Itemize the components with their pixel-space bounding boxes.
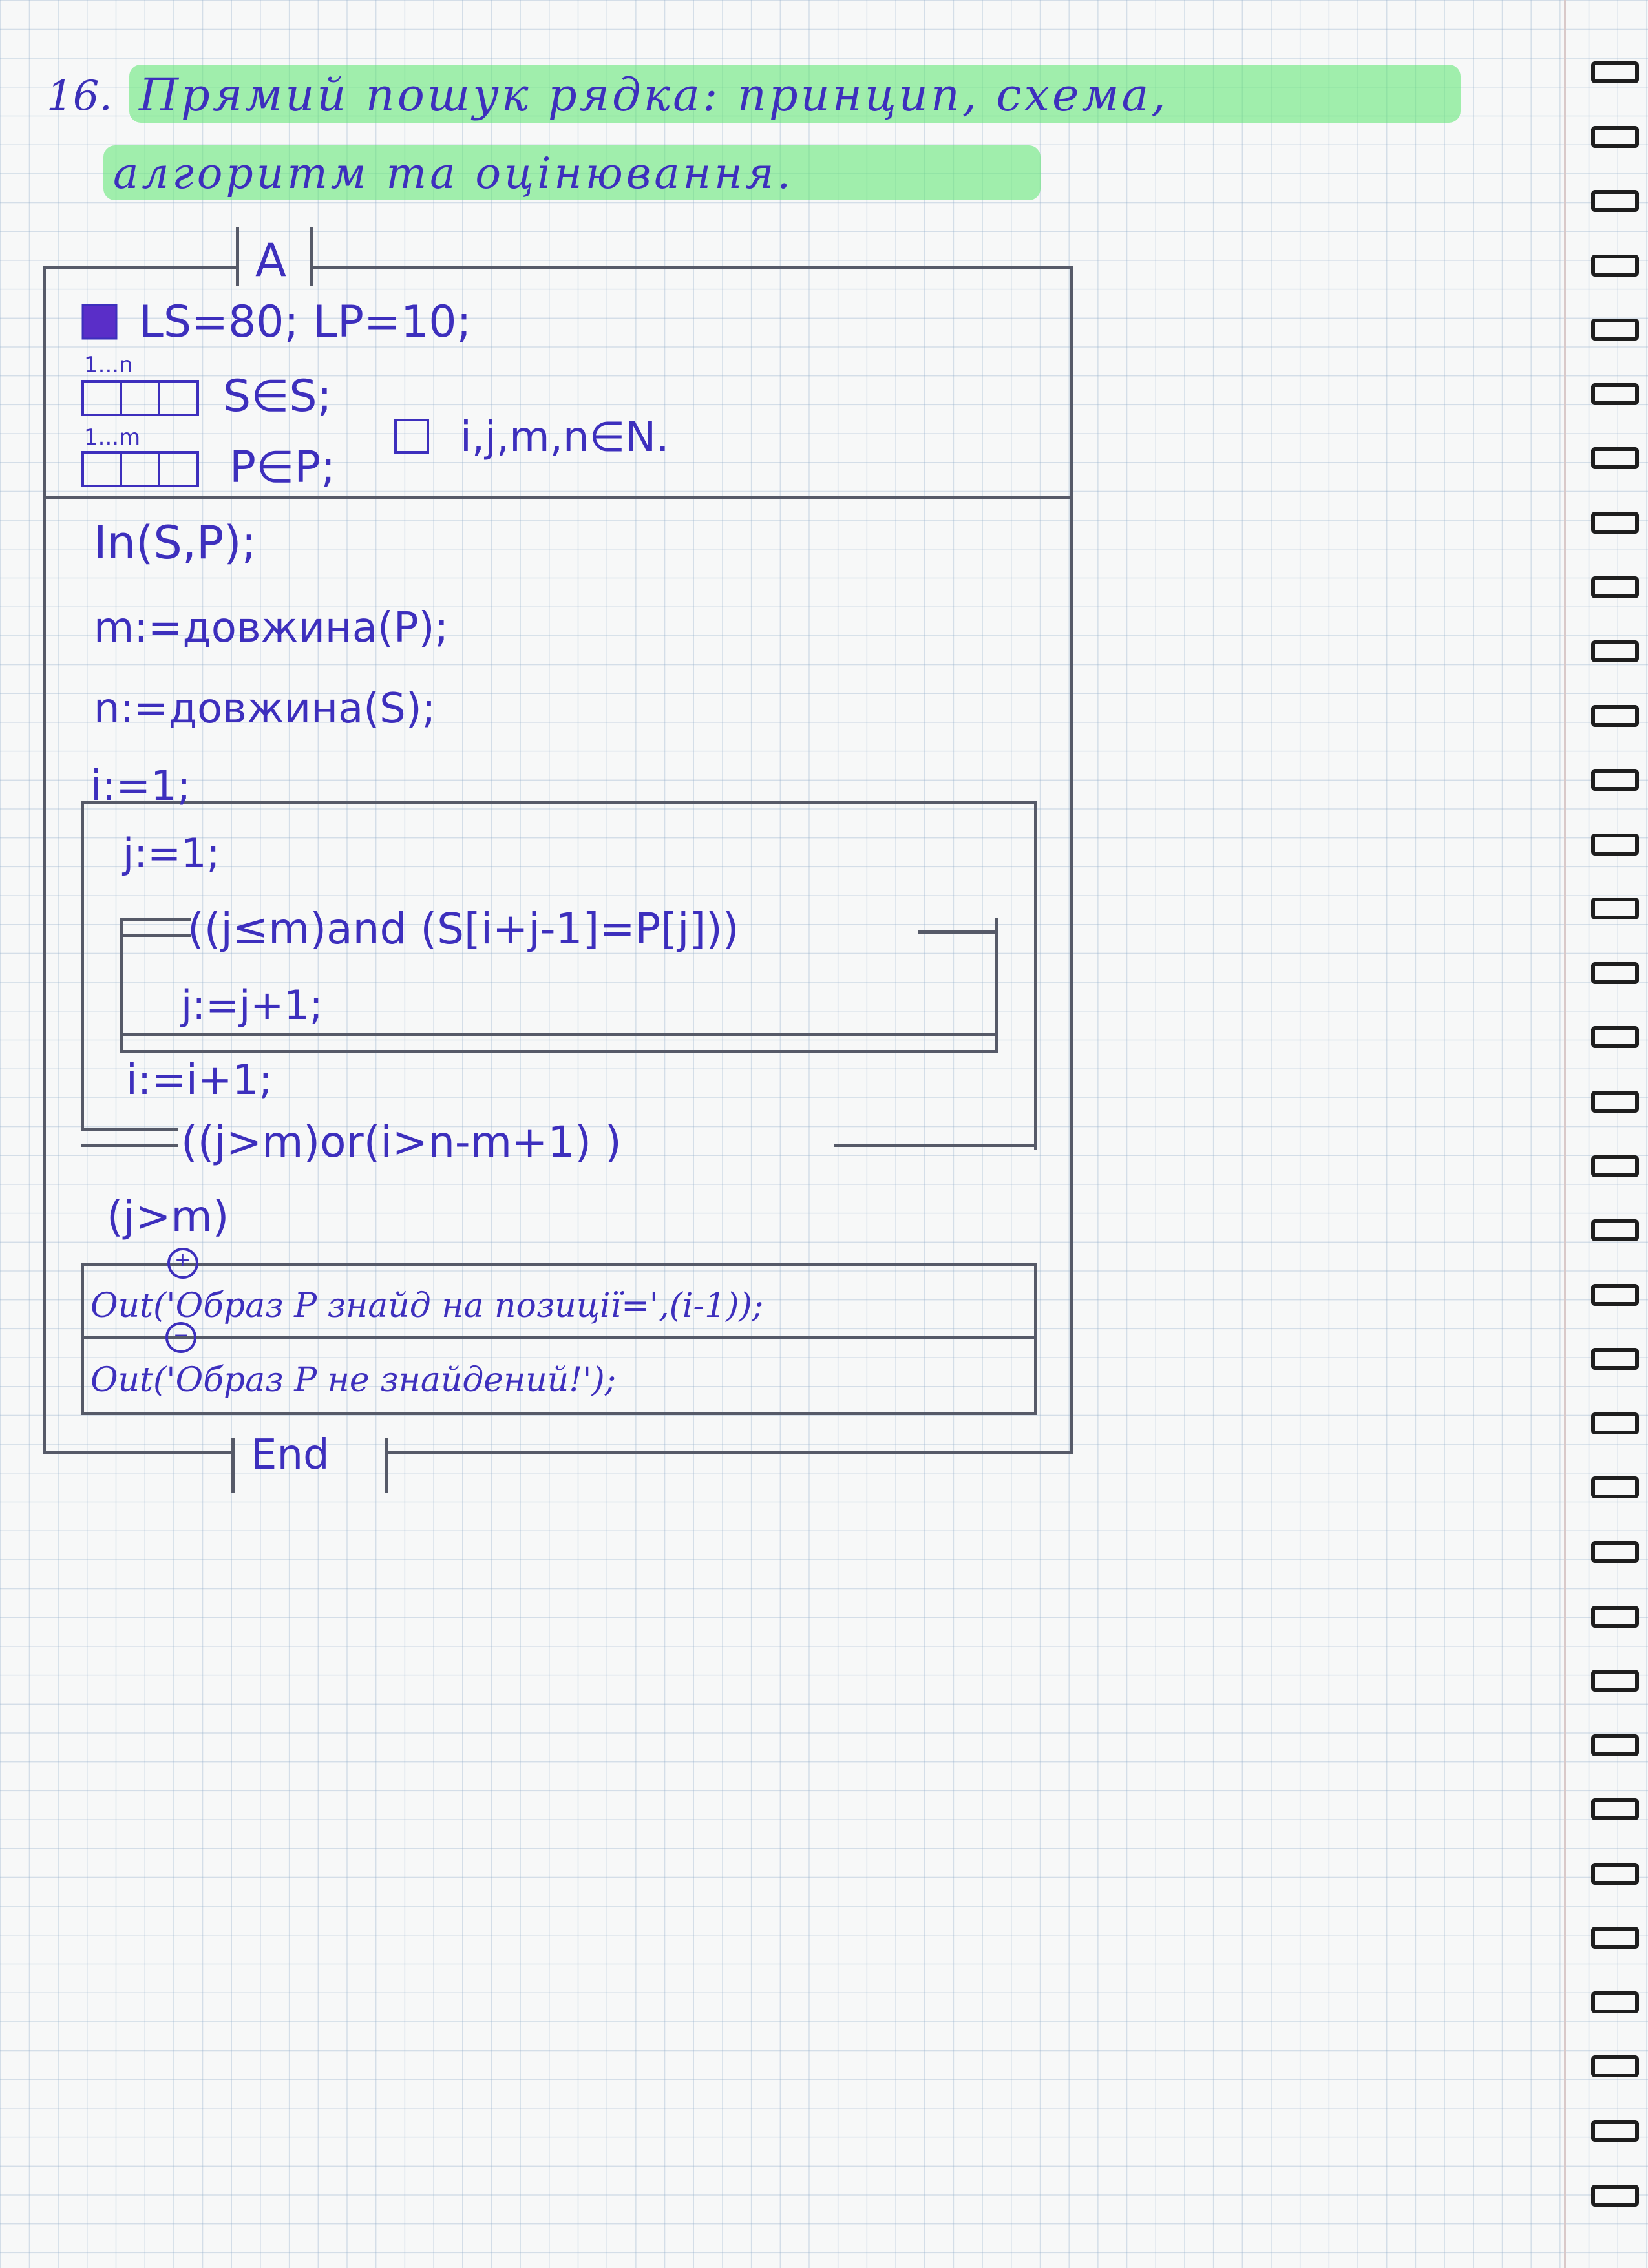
stmt-n-assign: n:=довжина(S); <box>94 685 436 733</box>
array-p-box <box>81 451 199 487</box>
vars-square <box>394 419 429 454</box>
stmt-j-init: j:=1; <box>123 830 220 877</box>
array-s-box <box>81 380 199 416</box>
stmt-i-init: i:=1; <box>90 762 191 810</box>
decl-s: S∈S; <box>223 371 332 422</box>
decl-p-range: 1...m <box>84 425 141 450</box>
stmt-m-assign: m:=довжина(P); <box>94 604 449 652</box>
decl-ls-lp: LS=80; LP=10; <box>139 297 472 348</box>
decl-vars: i,j,m,n∈N. <box>460 414 670 461</box>
out-found: Out('Образ P знайд на позиції=',(i-1)); <box>90 1286 764 1325</box>
end-label: End <box>251 1431 330 1479</box>
out-not-found: Out('Образ P не знайдений!'); <box>90 1361 617 1400</box>
start-label: A <box>255 234 286 287</box>
if-condition: (j>m) <box>107 1192 229 1241</box>
filled-square-mark <box>81 304 118 340</box>
plus-mark: + <box>174 1249 191 1272</box>
minus-mark: − <box>173 1324 190 1347</box>
stmt-input: In(S,P); <box>94 516 257 569</box>
inner-loop-condition: ((j≤m)and (S[i+j-1]=P[j])) <box>187 904 739 954</box>
outer-loop-condition: ((j>m)or(i>n-m+1) ) <box>181 1117 622 1167</box>
stmt-j-inc: j:=j+1; <box>181 982 323 1029</box>
decl-p: P∈P; <box>229 442 336 493</box>
decl-s-range: 1...n <box>84 352 133 378</box>
stmt-i-inc: i:=i+1; <box>126 1056 273 1104</box>
